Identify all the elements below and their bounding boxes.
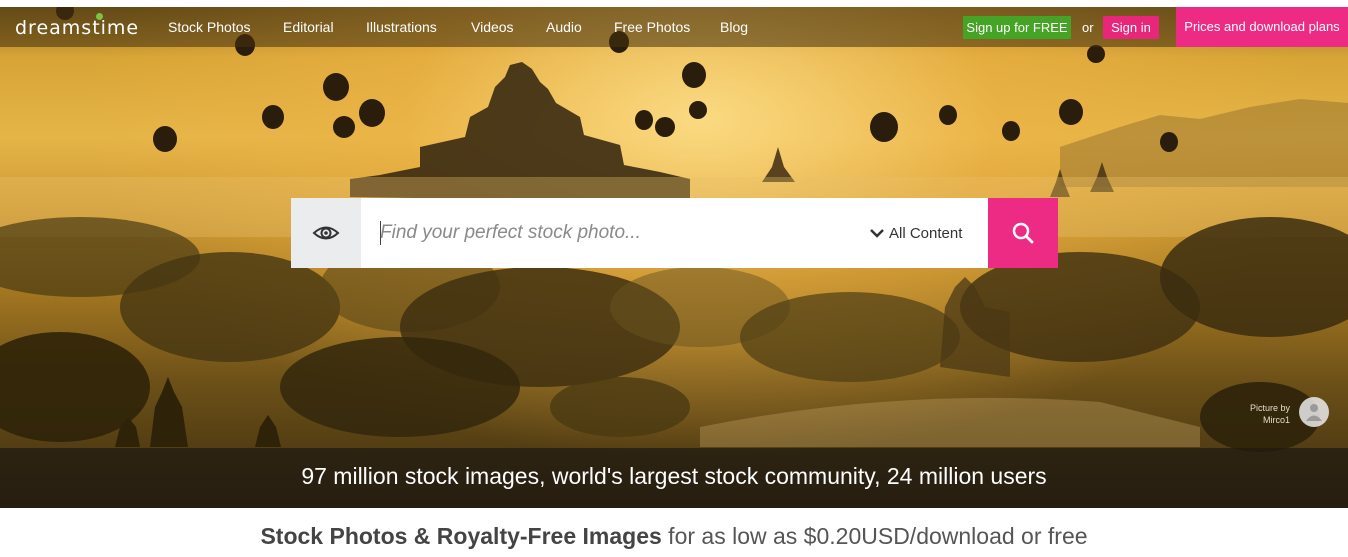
content-filter-select[interactable]: All Content [889,225,962,242]
nav-audio[interactable]: Audio [546,19,582,35]
search-bar: All Content [291,198,1058,268]
chevron-down-icon[interactable] [869,226,885,240]
nav-videos[interactable]: Videos [471,19,514,35]
picture-credit: Picture by Mirco1 [1228,402,1290,426]
signin-button[interactable]: Sign in [1103,16,1159,39]
nav-editorial[interactable]: Editorial [283,19,334,35]
nav-blog[interactable]: Blog [720,19,748,35]
nav-illustrations[interactable]: Illustrations [366,19,437,35]
dreamstime-logo[interactable]: dreamstime [15,17,139,39]
author-avatar[interactable] [1299,397,1329,427]
search-input[interactable] [380,220,840,246]
page-subheading: Stock Photos & Royalty-Free Images for a… [0,523,1348,550]
or-text: or [1082,20,1094,35]
top-navigation-bar: dreamstime Stock Photos Editorial Illust… [0,7,1348,47]
subheading-rest: for as low as $0.20USD/download or free [661,523,1088,549]
hero-tagline: 97 million stock images, world's largest… [301,463,1047,489]
user-icon [1306,404,1322,421]
prices-button[interactable]: Prices and download plans [1176,7,1348,47]
visual-search-button[interactable] [291,198,361,268]
logo-dot-icon [96,13,103,20]
top-border [0,0,1348,7]
subheading-bold: Stock Photos & Royalty-Free Images [260,523,662,549]
picture-credit-author[interactable]: Mirco1 [1228,414,1290,426]
eye-icon [312,226,340,240]
nav-free-photos[interactable]: Free Photos [614,19,690,35]
nav-stock-photos[interactable]: Stock Photos [168,19,251,35]
tagline-bar: 97 million stock images, world's largest… [0,448,1348,508]
search-button[interactable] [988,198,1058,268]
search-icon [1012,222,1034,244]
picture-credit-label: Picture by [1249,403,1290,413]
signup-button[interactable]: Sign up for FREE [963,16,1071,39]
hero-banner: dreamstime Stock Photos Editorial Illust… [0,7,1348,508]
text-caret [380,221,381,245]
